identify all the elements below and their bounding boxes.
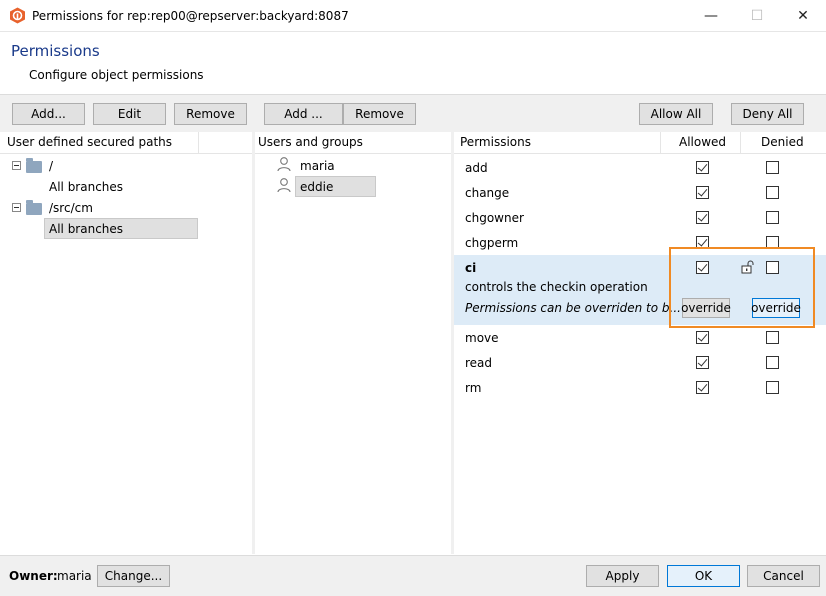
- allowed-checkbox[interactable]: [696, 331, 709, 344]
- deny-all-button[interactable]: Deny All: [731, 103, 804, 125]
- page-subtitle: Configure object permissions: [29, 68, 204, 82]
- user-item-maria[interactable]: maria: [300, 156, 335, 176]
- column-separator[interactable]: [740, 132, 741, 153]
- dialog-footer: Owner: maria Change... Apply OK Cancel: [0, 555, 826, 596]
- permission-name: chgperm: [465, 236, 519, 250]
- cancel-button[interactable]: Cancel: [747, 565, 820, 587]
- user-icon: [277, 178, 291, 193]
- denied-checkbox[interactable]: [766, 381, 779, 394]
- allowed-checkbox[interactable]: [696, 186, 709, 199]
- column-separator[interactable]: [198, 132, 199, 153]
- add-path-button[interactable]: Add...: [12, 103, 85, 125]
- page-title: Permissions: [11, 42, 100, 60]
- secured-paths-panel: Add... Edit Remove User defined secured …: [0, 95, 252, 555]
- tree-item-src-cm[interactable]: /src/cm: [49, 198, 93, 218]
- permission-row[interactable]: read: [454, 351, 826, 376]
- allowed-column-label: Allowed: [679, 135, 727, 149]
- dialog-header: Permissions Configure object permissions: [0, 32, 826, 92]
- denied-checkbox[interactable]: [766, 356, 779, 369]
- permission-row[interactable]: add: [454, 156, 826, 181]
- annotation-highlight-box: [669, 247, 815, 328]
- tree-item-src-cm-branch[interactable]: All branches: [49, 219, 123, 239]
- users-column-header[interactable]: Users and groups: [255, 132, 451, 154]
- user-item-eddie[interactable]: eddie: [300, 177, 333, 197]
- ok-button[interactable]: OK: [667, 565, 740, 587]
- paths-column-header[interactable]: User defined secured paths: [0, 132, 252, 154]
- edit-path-button[interactable]: Edit: [93, 103, 166, 125]
- allowed-checkbox[interactable]: [696, 211, 709, 224]
- add-user-button[interactable]: Add ...: [264, 103, 343, 125]
- users-toolbar: Add ... Remove: [255, 95, 451, 132]
- allowed-checkbox[interactable]: [696, 161, 709, 174]
- close-button[interactable]: ✕: [780, 0, 826, 32]
- change-owner-button[interactable]: Change...: [97, 565, 170, 587]
- permission-name: read: [465, 356, 493, 370]
- permission-name: chgowner: [465, 211, 524, 225]
- maximize-button[interactable]: ☐: [734, 0, 780, 32]
- owner-label: Owner:: [9, 569, 58, 583]
- allowed-checkbox[interactable]: [696, 381, 709, 394]
- tree-collapse-toggle[interactable]: [12, 161, 21, 170]
- permission-row[interactable]: change: [454, 181, 826, 206]
- denied-checkbox[interactable]: [766, 331, 779, 344]
- permission-description: controls the checkin operation: [465, 280, 648, 294]
- permission-name: ci: [465, 261, 477, 275]
- paths-column-header-label: User defined secured paths: [7, 135, 172, 149]
- window-title: Permissions for rep:rep00@repserver:back…: [32, 9, 349, 23]
- permissions-toolbar: Allow All Deny All: [454, 95, 826, 132]
- paths-toolbar: Add... Edit Remove: [0, 95, 252, 132]
- remove-path-button[interactable]: Remove: [174, 103, 247, 125]
- tree-item-root[interactable]: /: [49, 156, 53, 176]
- permission-name: change: [465, 186, 510, 200]
- permission-row[interactable]: chgowner: [454, 206, 826, 231]
- denied-column-label: Denied: [761, 135, 804, 149]
- denied-checkbox[interactable]: [766, 211, 779, 224]
- remove-user-button[interactable]: Remove: [343, 103, 416, 125]
- denied-checkbox[interactable]: [766, 186, 779, 199]
- denied-checkbox[interactable]: [766, 161, 779, 174]
- tree-item-root-branch[interactable]: All branches: [49, 177, 123, 197]
- tree-collapse-toggle[interactable]: [12, 203, 21, 212]
- owner-value: maria: [57, 569, 92, 583]
- minimize-button[interactable]: —: [688, 0, 734, 32]
- allow-all-button[interactable]: Allow All: [639, 103, 713, 125]
- users-panel: Add ... Remove Users and groups maria ed…: [255, 95, 451, 555]
- folder-icon: [26, 200, 42, 215]
- permission-row[interactable]: move: [454, 326, 826, 351]
- plastic-scm-logo-icon: [10, 7, 25, 24]
- user-icon: [277, 157, 291, 172]
- permissions-column-label: Permissions: [460, 135, 531, 149]
- folder-icon: [26, 158, 42, 173]
- permission-override-note: Permissions can be overriden to b...: [465, 301, 681, 315]
- permission-name: add: [465, 161, 488, 175]
- users-column-header-label: Users and groups: [258, 135, 363, 149]
- permission-name: move: [465, 331, 499, 345]
- apply-button[interactable]: Apply: [586, 565, 659, 587]
- title-bar: Permissions for rep:rep00@repserver:back…: [0, 0, 826, 32]
- permission-name: rm: [465, 381, 482, 395]
- permission-row[interactable]: rm: [454, 376, 826, 401]
- allowed-checkbox[interactable]: [696, 356, 709, 369]
- permissions-column-header[interactable]: Permissions Allowed Denied: [454, 132, 826, 154]
- column-separator[interactable]: [660, 132, 661, 153]
